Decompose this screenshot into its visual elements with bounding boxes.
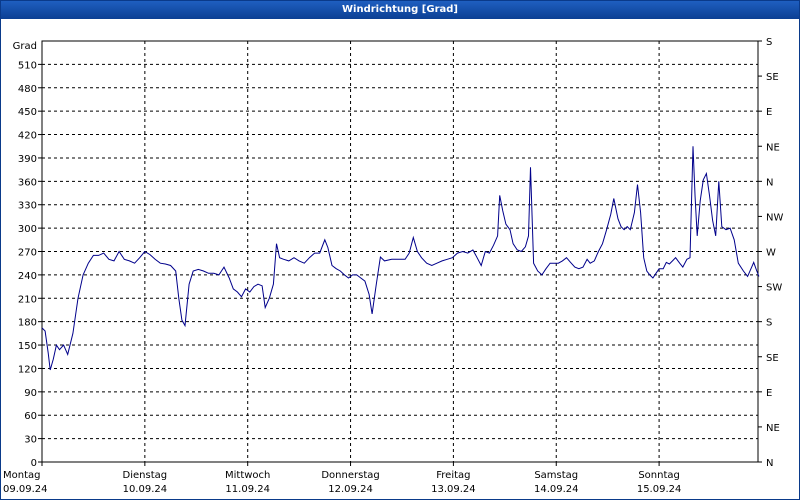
y-tick-label: 360 bbox=[18, 177, 37, 188]
y-tick-label: 390 bbox=[18, 154, 37, 165]
wind-direction-chart: 0 30 60 90 120 150 180 210 240 270 300 330 360 390 420… bbox=[3, 37, 783, 495]
y-tick-label: 90 bbox=[24, 388, 37, 399]
x-tick-day-label: Freitag bbox=[436, 470, 470, 481]
x-tick-day-label: Donnerstag bbox=[321, 470, 379, 481]
compass-tick-label: N bbox=[766, 177, 773, 188]
chart-window: Windrichtung [Grad] 0 30 60 90 120 150 180 210 2… bbox=[0, 0, 800, 500]
x-tick-day-label: Sonntag bbox=[638, 470, 680, 481]
y-tick-label: 240 bbox=[18, 271, 37, 282]
compass-tick-label: S bbox=[766, 37, 772, 48]
x-tick-date-label: 11.09.24 bbox=[225, 484, 270, 495]
compass-tick-label: SW bbox=[766, 283, 782, 294]
y-tick-label: 510 bbox=[18, 60, 37, 71]
x-tick-date-label: 10.09.24 bbox=[123, 484, 168, 495]
x-tick-date-label: 14.09.24 bbox=[534, 484, 579, 495]
x-tick-day-label: Mittwoch bbox=[225, 470, 270, 481]
y-tick-label: 330 bbox=[18, 201, 37, 212]
y-tick-label: 60 bbox=[24, 411, 37, 422]
compass-tick-label: W bbox=[766, 248, 776, 259]
y-tick-label: 420 bbox=[18, 131, 37, 142]
compass-tick-label: E bbox=[766, 107, 772, 118]
y-tick-label: 150 bbox=[18, 341, 37, 352]
compass-tick-label: E bbox=[766, 388, 772, 399]
y-tick-label: 120 bbox=[18, 364, 37, 375]
x-tick-day-label: Dienstag bbox=[123, 470, 168, 481]
y-tick-label: 450 bbox=[18, 107, 37, 118]
y-tick-label: 480 bbox=[18, 84, 37, 95]
compass-tick-label: S bbox=[766, 318, 772, 329]
compass-tick-label: NE bbox=[766, 142, 780, 153]
window-title: Windrichtung [Grad] bbox=[1, 1, 799, 19]
y-tick-label: 210 bbox=[18, 294, 37, 305]
y-axis-label: Grad bbox=[13, 41, 37, 52]
x-tick-date-label: 15.09.24 bbox=[637, 484, 682, 495]
y-tick-label: 180 bbox=[18, 318, 37, 329]
y-tick-label: 270 bbox=[18, 248, 37, 259]
y-tick-label: 0 bbox=[31, 458, 37, 469]
y-tick-label: 30 bbox=[24, 435, 37, 446]
compass-tick-label: N bbox=[766, 458, 773, 469]
x-tick-date-label: 13.09.24 bbox=[431, 484, 476, 495]
x-tick-date-label: 12.09.24 bbox=[328, 484, 373, 495]
x-tick-day-label: Samstag bbox=[534, 470, 578, 481]
x-tick-day-label: Montag bbox=[3, 470, 40, 481]
compass-tick-label: NE bbox=[766, 423, 780, 434]
compass-tick-label: SE bbox=[766, 72, 779, 83]
compass-tick-label: NW bbox=[766, 212, 783, 223]
y-tick-label: 300 bbox=[18, 224, 37, 235]
compass-tick-label: SE bbox=[766, 353, 779, 364]
x-tick-date-label: 09.09.24 bbox=[3, 484, 48, 495]
